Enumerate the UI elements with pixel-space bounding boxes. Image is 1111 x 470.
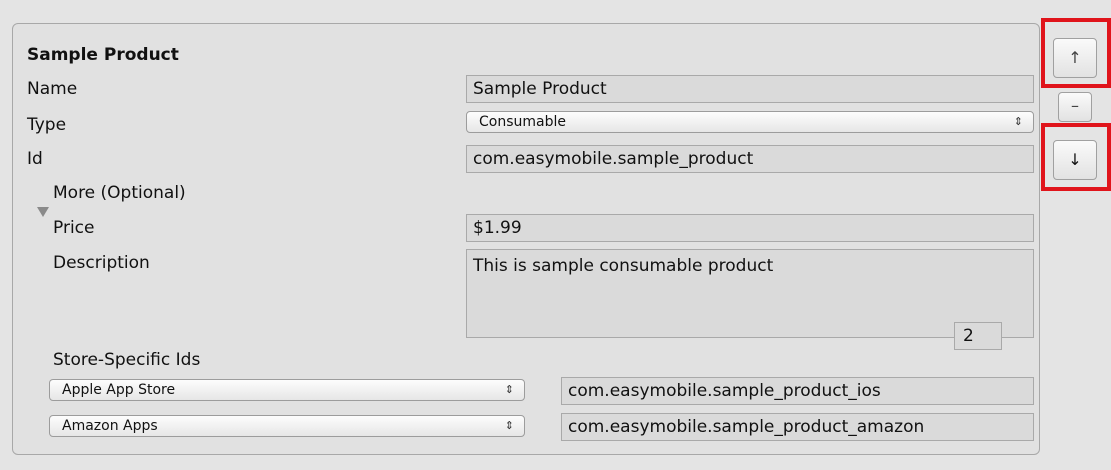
store-dropdown-value: Apple App Store	[62, 382, 176, 398]
updown-arrows-icon: ⇕	[1013, 115, 1023, 128]
store-specific-ids-label: Store-Specific Ids	[53, 350, 201, 370]
store-id-field-amazon[interactable]: com.easymobile.sample_product_amazon	[561, 413, 1034, 441]
name-field[interactable]: Sample Product	[466, 75, 1034, 103]
store-id-field-apple[interactable]: com.easymobile.sample_product_ios	[561, 377, 1034, 405]
product-title: Sample Product	[27, 45, 179, 65]
id-label: Id	[27, 149, 43, 169]
minus-icon: –	[1071, 96, 1079, 115]
highlight-box-down	[1041, 123, 1111, 191]
description-field[interactable]: This is sample consumable product	[466, 249, 1034, 338]
description-label: Description	[53, 253, 150, 273]
type-label: Type	[27, 115, 67, 135]
price-label: Price	[53, 218, 95, 238]
updown-arrows-icon: ⇕	[504, 383, 514, 396]
store-ids-count-field[interactable]: 2	[954, 322, 1002, 350]
store-dropdown-apple[interactable]: Apple App Store ⇕	[49, 379, 525, 401]
product-panel: Sample Product Name Sample Product Type …	[12, 23, 1040, 455]
name-label: Name	[27, 79, 78, 99]
id-field[interactable]: com.easymobile.sample_product	[466, 145, 1034, 173]
updown-arrows-icon: ⇕	[504, 419, 514, 432]
store-dropdown-amazon[interactable]: Amazon Apps ⇕	[49, 415, 525, 437]
type-dropdown-value: Consumable	[479, 114, 566, 130]
price-field[interactable]: $1.99	[466, 214, 1034, 242]
more-optional-foldout[interactable]: More (Optional)	[53, 182, 186, 204]
highlight-box-up	[1041, 18, 1111, 88]
type-dropdown[interactable]: Consumable ⇕	[466, 111, 1034, 133]
foldout-triangle-icon[interactable]	[37, 207, 49, 217]
store-dropdown-value: Amazon Apps	[62, 418, 158, 434]
remove-button[interactable]: –	[1058, 92, 1092, 122]
